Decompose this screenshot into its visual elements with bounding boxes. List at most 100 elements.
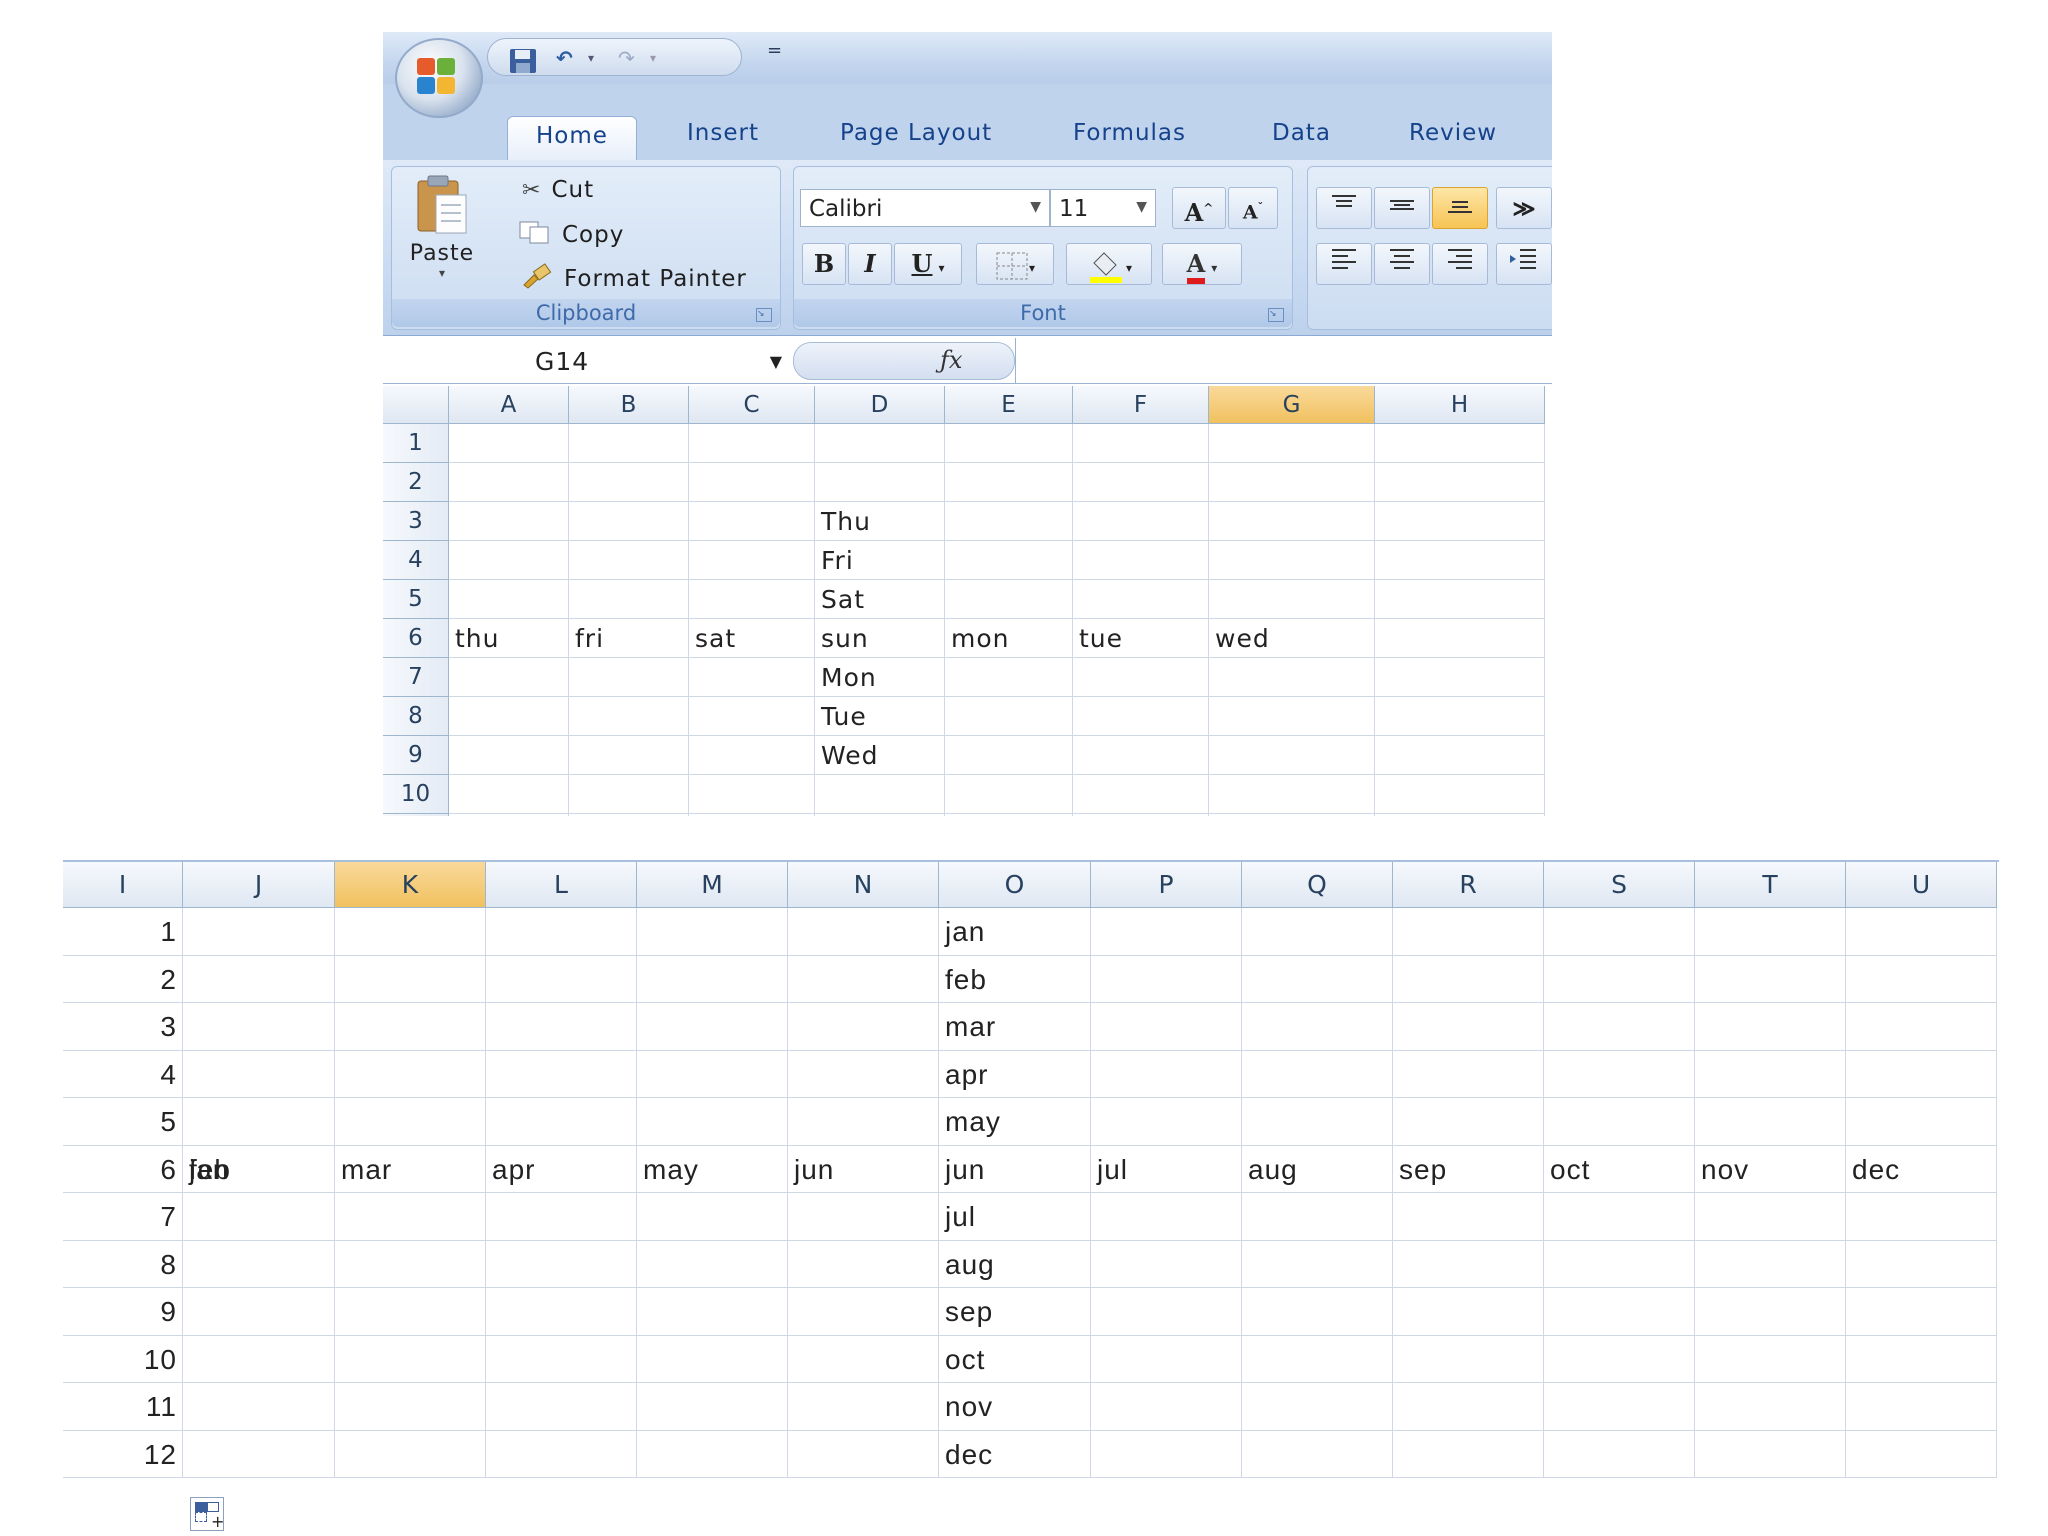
cell-g7[interactable] <box>1209 658 1375 697</box>
row-header-2[interactable]: 2 <box>383 463 449 502</box>
cell-e11[interactable] <box>945 814 1073 816</box>
cell-n12[interactable] <box>788 1430 939 1478</box>
cell-h6[interactable] <box>1375 619 1545 658</box>
office-button[interactable] <box>395 38 483 118</box>
indent-button[interactable] <box>1496 243 1552 285</box>
cell-h2[interactable] <box>1375 463 1545 502</box>
cell-n6[interactable]: jun <box>788 1145 939 1193</box>
cell-g3[interactable] <box>1209 502 1375 541</box>
cell-f1[interactable] <box>1073 424 1209 463</box>
cell-s10[interactable] <box>1544 1335 1695 1383</box>
cell-j9[interactable] <box>183 1288 335 1336</box>
redo-icon[interactable]: ↷ <box>618 47 635 69</box>
cell-h3[interactable] <box>1375 502 1545 541</box>
column-header-s[interactable]: S <box>1544 862 1695 908</box>
cell-f11[interactable] <box>1073 814 1209 816</box>
cell-j8[interactable] <box>183 1240 335 1288</box>
cell-d2[interactable] <box>815 463 945 502</box>
cell-f6[interactable]: tue <box>1073 619 1209 658</box>
row-header-3[interactable]: 3 <box>383 502 449 541</box>
cell-o5[interactable]: may <box>939 1098 1091 1146</box>
cell-a7[interactable] <box>449 658 569 697</box>
cell-j11[interactable] <box>183 1383 335 1431</box>
cell-c6[interactable]: sat <box>689 619 815 658</box>
cell-k3[interactable] <box>335 1003 486 1051</box>
cell-a10[interactable] <box>449 775 569 814</box>
row-header-5[interactable]: 5 <box>383 580 449 619</box>
cell-p2[interactable] <box>1091 955 1242 1003</box>
cell-t3[interactable] <box>1695 1003 1846 1051</box>
cell-k12[interactable] <box>335 1430 486 1478</box>
cell-g6[interactable]: wed <box>1209 619 1375 658</box>
cell-s8[interactable] <box>1544 1240 1695 1288</box>
format-painter-button[interactable]: Format Painter <box>520 263 747 295</box>
cell-n8[interactable] <box>788 1240 939 1288</box>
cell-a3[interactable] <box>449 502 569 541</box>
cell-r1[interactable] <box>1393 908 1544 956</box>
tab-home[interactable]: Home <box>507 116 637 162</box>
cell-r6[interactable]: sep <box>1393 1145 1544 1193</box>
cell-f10[interactable] <box>1073 775 1209 814</box>
cell-u6[interactable]: dec <box>1846 1145 1997 1193</box>
column-header-t[interactable]: T <box>1695 862 1846 908</box>
cell-a8[interactable] <box>449 697 569 736</box>
cell-h1[interactable] <box>1375 424 1545 463</box>
cell-q1[interactable] <box>1242 908 1393 956</box>
cell-b10[interactable] <box>569 775 689 814</box>
cell-u7[interactable] <box>1846 1193 1997 1241</box>
column-header-f[interactable]: F <box>1073 386 1209 424</box>
cell-r5[interactable] <box>1393 1098 1544 1146</box>
cell-s11[interactable] <box>1544 1383 1695 1431</box>
undo-dropdown-icon[interactable]: ▾ <box>588 47 594 69</box>
cell-r4[interactable] <box>1393 1050 1544 1098</box>
cell-n9[interactable] <box>788 1288 939 1336</box>
cell-l4[interactable] <box>486 1050 637 1098</box>
cell-q7[interactable] <box>1242 1193 1393 1241</box>
column-header-d[interactable]: D <box>815 386 945 424</box>
cell-b2[interactable] <box>569 463 689 502</box>
cell-q5[interactable] <box>1242 1098 1393 1146</box>
cell-d1[interactable] <box>815 424 945 463</box>
cell-o6[interactable]: jun <box>939 1145 1091 1193</box>
customize-qat-icon[interactable]: = <box>767 40 782 61</box>
paste-dropdown-icon[interactable]: ▾ <box>406 266 478 280</box>
cell-h5[interactable] <box>1375 580 1545 619</box>
cell-a1[interactable] <box>449 424 569 463</box>
cell-d9[interactable]: Wed <box>815 736 945 775</box>
cell-k10[interactable] <box>335 1335 486 1383</box>
cell-c9[interactable] <box>689 736 815 775</box>
name-box[interactable]: G14 ▼ <box>383 338 793 384</box>
cell-e10[interactable] <box>945 775 1073 814</box>
dialog-launcher-icon[interactable]: ↘ <box>756 308 772 322</box>
cell-u4[interactable] <box>1846 1050 1997 1098</box>
cell-l8[interactable] <box>486 1240 637 1288</box>
cell-q6[interactable]: aug <box>1242 1145 1393 1193</box>
cell-p5[interactable] <box>1091 1098 1242 1146</box>
cell-u11[interactable] <box>1846 1383 1997 1431</box>
cell-b11[interactable] <box>569 814 689 816</box>
grow-font-button[interactable]: A^ <box>1172 187 1226 229</box>
cell-f3[interactable] <box>1073 502 1209 541</box>
cell-m1[interactable] <box>637 908 788 956</box>
cell-k2[interactable] <box>335 955 486 1003</box>
cell-l5[interactable] <box>486 1098 637 1146</box>
cell-r8[interactable] <box>1393 1240 1544 1288</box>
cell-j2[interactable] <box>183 955 335 1003</box>
cell-u1[interactable] <box>1846 908 1997 956</box>
cell-o4[interactable]: apr <box>939 1050 1091 1098</box>
cell-d4[interactable]: Fri <box>815 541 945 580</box>
cell-p6[interactable]: jul <box>1091 1145 1242 1193</box>
cell-h11[interactable] <box>1375 814 1545 816</box>
cell-t2[interactable] <box>1695 955 1846 1003</box>
cell-u10[interactable] <box>1846 1335 1997 1383</box>
cell-d10[interactable] <box>815 775 945 814</box>
column-header-r[interactable]: R <box>1393 862 1544 908</box>
cell-l3[interactable] <box>486 1003 637 1051</box>
cell-u9[interactable] <box>1846 1288 1997 1336</box>
chevron-down-icon[interactable]: ▼ <box>770 352 783 371</box>
cell-a2[interactable] <box>449 463 569 502</box>
fill-color-button[interactable]: ▾ <box>1066 243 1152 285</box>
undo-icon[interactable]: ↶ <box>556 47 573 69</box>
column-header-l[interactable]: L <box>486 862 637 908</box>
cell-k5[interactable] <box>335 1098 486 1146</box>
